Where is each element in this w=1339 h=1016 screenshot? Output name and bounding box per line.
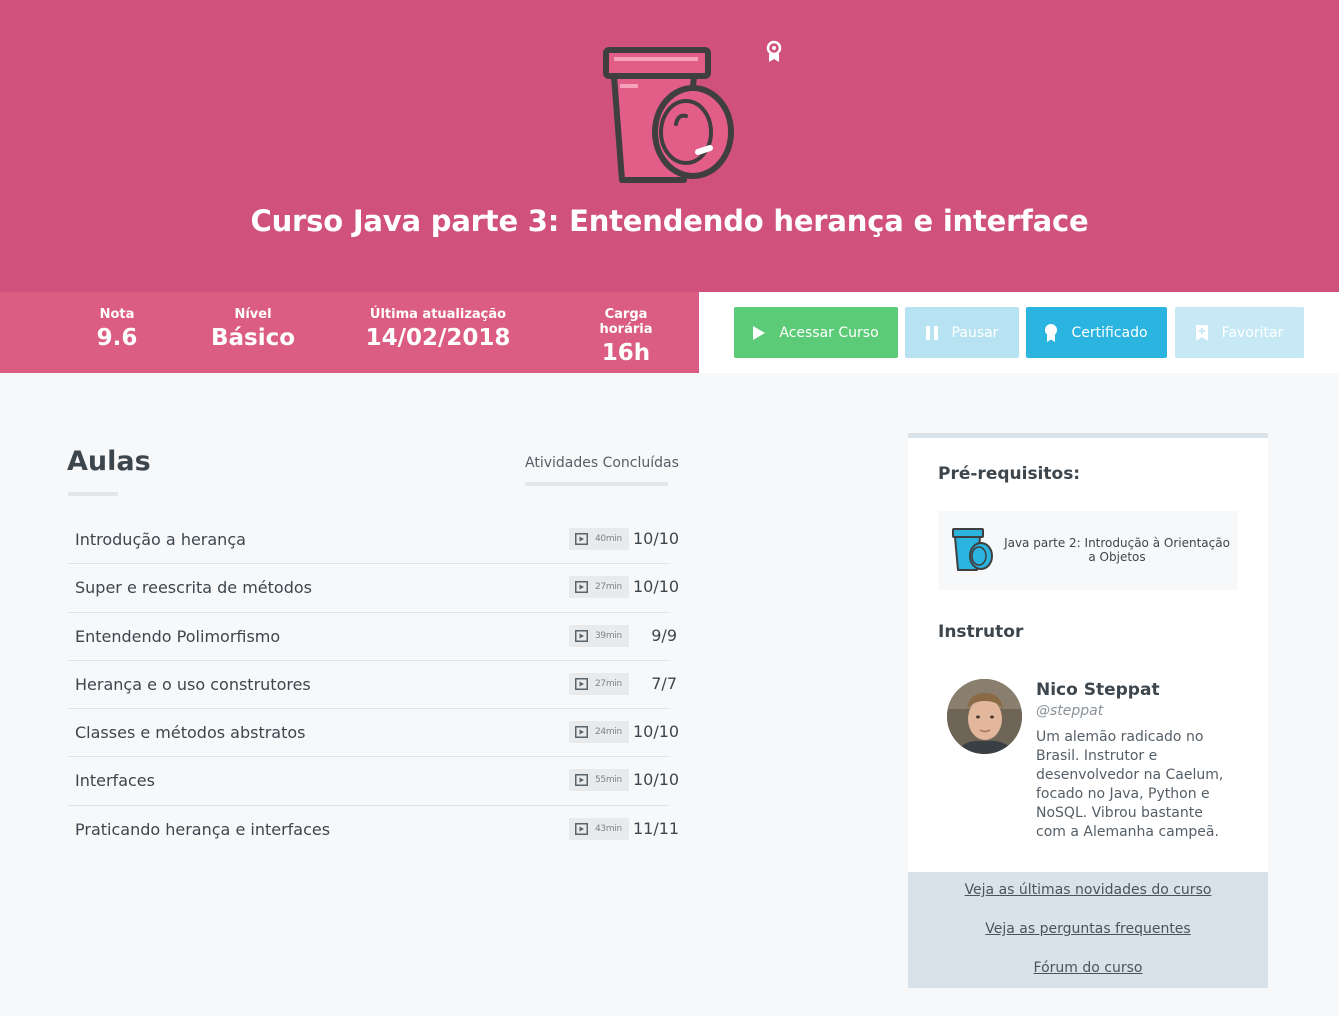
lesson-progress: 10/10 [633, 577, 680, 597]
instructor-bio: Um alemão radicado no Brasil. Instrutor … [1036, 729, 1224, 840]
lesson-progress: 10/10 [633, 529, 680, 548]
duration-badge: 43min [569, 817, 629, 840]
duration-badge: 39min [569, 624, 629, 647]
favorite-label: Favoritar [1221, 324, 1284, 341]
lesson-progress: 11/11 [633, 818, 680, 838]
duration-badge: 27min [569, 576, 629, 599]
course-stats: Nota 9.6 Nível Básico Última atualização… [0, 292, 699, 373]
lesson-name[interactable]: Super e reescrita de métodos [75, 578, 312, 597]
lesson-name[interactable]: Introdução a herança [75, 530, 246, 549]
lesson-progress: 10/10 [633, 770, 680, 790]
lesson-row[interactable]: Classes e métodos abstratos 24min 10/10 [68, 709, 679, 758]
stat-value: 16h [601, 340, 651, 366]
activities-completed-label: Atividades Concluídas [525, 455, 679, 471]
duration-text: 39min [595, 630, 622, 641]
ribbon-icon [766, 40, 782, 62]
video-icon [575, 533, 588, 545]
instructor-handle: @steppat [1036, 703, 1104, 719]
stat-label: Carga horária [599, 307, 653, 337]
duration-text: 27min [595, 678, 622, 689]
lesson-name[interactable]: Praticando herança e interfaces [75, 820, 330, 839]
access-course-label: Acessar Curso [779, 324, 879, 341]
coffee-cup-icon [952, 528, 993, 571]
duration-text: 40min [595, 534, 622, 544]
lesson-progress: 10/10 [633, 722, 680, 742]
favorite-button[interactable]: Favoritar [1175, 307, 1304, 358]
lesson-name[interactable]: Classes e métodos abstratos [75, 723, 306, 742]
bookmark-icon [1195, 324, 1208, 341]
video-icon [575, 726, 588, 739]
certificate-button[interactable]: Certificado [1026, 307, 1167, 358]
lesson-name[interactable]: Interfaces [75, 771, 155, 790]
stat-label: Última atualização [369, 307, 507, 322]
stat-label: Nota [99, 307, 135, 322]
lesson-row[interactable]: Introdução a herança 40min 10/10 [68, 516, 679, 565]
lesson-row[interactable]: Praticando herança e interfaces 43min 11… [68, 806, 679, 854]
pause-button[interactable]: Pausar [905, 307, 1019, 358]
stat-value: Básico [210, 325, 296, 351]
faq-link[interactable]: Veja as perguntas frequentes [908, 921, 1268, 937]
avatar [947, 679, 1022, 754]
instructor-name: Nico Steppat [1036, 680, 1160, 700]
stat-last-update: Última atualização 14/02/2018 [358, 307, 518, 351]
lesson-progress: 7/7 [651, 673, 677, 693]
course-forum-link[interactable]: Fórum do curso [908, 960, 1268, 976]
duration-badge: 40min [569, 528, 629, 550]
lesson-row[interactable]: Herança e o uso construtores 27min 7/7 [68, 661, 677, 710]
pause-icon [925, 325, 938, 340]
lessons-title: Aulas [67, 446, 151, 477]
divider [68, 492, 118, 496]
coffee-cup-icon [603, 47, 734, 183]
access-course-button[interactable]: Acessar Curso [734, 307, 898, 358]
lesson-name[interactable]: Entendendo Polimorfismo [75, 627, 280, 646]
lesson-progress: 9/9 [651, 625, 677, 645]
pause-label: Pausar [951, 324, 999, 341]
prerequisite-course-name[interactable]: Java parte 2: Introdução à Orientação a … [1000, 536, 1234, 564]
duration-badge: 55min [569, 769, 629, 792]
lessons-list: Introdução a herança 40min 10/10 Super e… [68, 516, 679, 854]
course-sidebar: Pré-requisitos: Java parte 2: Introdução… [908, 433, 1268, 872]
video-icon [575, 581, 588, 594]
play-icon [753, 325, 766, 340]
course-links: Veja as últimas novidades do curso Veja … [908, 872, 1268, 988]
lesson-row[interactable]: Interfaces 55min 10/10 [68, 757, 679, 806]
instructor-title: Instrutor [938, 622, 1024, 642]
lesson-name[interactable]: Herança e o uso construtores [75, 675, 311, 694]
medal-icon [1045, 323, 1058, 342]
duration-badge: 24min [569, 721, 629, 744]
duration-text: 24min [595, 727, 622, 738]
lesson-row[interactable]: Entendendo Polimorfismo 39min 9/9 [68, 613, 677, 661]
course-actions: Acessar Curso Pausar Certificado Favorit… [699, 292, 1339, 373]
duration-text: 43min [595, 823, 622, 834]
stat-workload: Carga horária 16h [576, 307, 676, 366]
stat-value: 14/02/2018 [365, 325, 511, 351]
instructor-photo [947, 679, 1022, 754]
course-hero: Curso Java parte 3: Entendendo herança e… [0, 0, 1339, 292]
prerequisites-title: Pré-requisitos: [938, 464, 1081, 484]
video-icon [575, 822, 588, 835]
certificate-label: Certificado [1071, 324, 1148, 341]
video-icon [575, 677, 588, 690]
latest-news-link[interactable]: Veja as últimas novidades do curso [908, 882, 1268, 898]
course-title: Curso Java parte 3: Entendendo herança e… [250, 204, 1089, 238]
video-icon [575, 774, 588, 787]
duration-text: 55min [595, 775, 622, 786]
divider [525, 482, 668, 486]
video-icon [575, 629, 588, 642]
stat-label: Nível [234, 307, 272, 322]
stat-rating: Nota 9.6 [86, 307, 148, 351]
duration-text: 27min [595, 582, 622, 593]
stat-level: Nível Básico [203, 307, 303, 351]
duration-badge: 27min [569, 672, 629, 695]
stat-value: 9.6 [96, 325, 138, 351]
lesson-row[interactable]: Super e reescrita de métodos 27min 10/10 [68, 564, 679, 613]
prerequisite-course-card[interactable]: Java parte 2: Introdução à Orientação a … [938, 511, 1238, 590]
